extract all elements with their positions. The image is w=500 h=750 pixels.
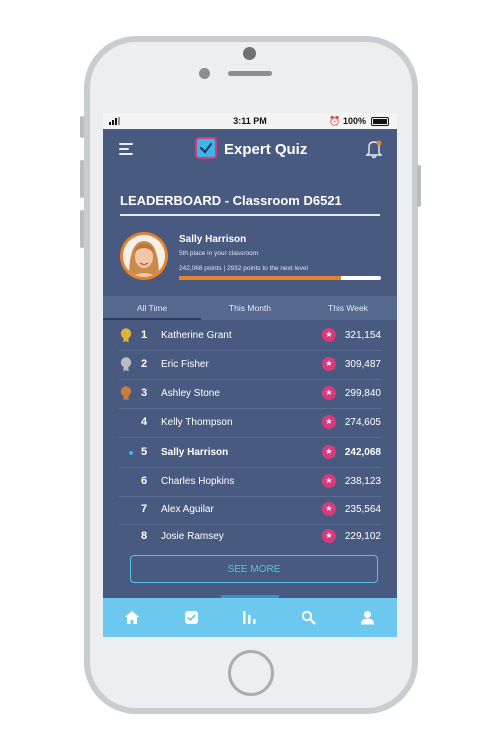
user-points: 242,068 points | 2932 points to the next… xyxy=(179,265,308,272)
search-icon xyxy=(302,610,316,625)
user-place: 5th place in your classroom xyxy=(179,250,259,257)
row-name: Katherine Grant xyxy=(161,330,232,341)
row-rank: 1 xyxy=(141,329,148,341)
row-score: 299,840 xyxy=(344,388,381,399)
front-camera xyxy=(243,47,256,60)
row-rank: 8 xyxy=(141,530,148,542)
leaderboard-row[interactable]: 1 Katherine Grant ★ 321,154 xyxy=(103,321,397,350)
app-screen: 3:11 PM ⏰ 100% Expert Quiz LEADERBOARD -… xyxy=(103,113,397,637)
bronze-medal-icon xyxy=(120,386,132,401)
home-button[interactable] xyxy=(228,650,274,696)
nav-stats[interactable] xyxy=(221,598,280,637)
row-score: 242,068 xyxy=(344,447,381,458)
profile-icon xyxy=(361,611,375,625)
level-progress-bar xyxy=(179,276,381,280)
bottom-nav xyxy=(103,598,397,637)
home-icon xyxy=(125,611,140,624)
row-score: 321,154 xyxy=(344,330,381,341)
row-score: 309,487 xyxy=(344,359,381,370)
row-name: Josie Ramsey xyxy=(161,531,224,542)
row-rank: 7 xyxy=(141,503,148,515)
earpiece-speaker xyxy=(228,71,272,76)
level-progress-fill xyxy=(179,276,341,280)
stats-icon xyxy=(242,611,256,624)
tab-this-week[interactable]: This Week xyxy=(299,296,397,320)
nav-profile[interactable] xyxy=(338,598,397,637)
hamburger-menu-icon[interactable] xyxy=(119,143,133,155)
star-icon: ★ xyxy=(322,415,336,429)
leaderboard-row[interactable]: 4 Kelly Thompson ★ 274,605 xyxy=(103,408,397,437)
leaderboard-title: LEADERBOARD - Classroom D6521 xyxy=(120,193,342,208)
star-icon: ★ xyxy=(322,529,336,543)
row-rank: 3 xyxy=(141,387,148,399)
row-name: Eric Fisher xyxy=(161,359,209,370)
see-more-button[interactable]: SEE MORE xyxy=(130,555,378,583)
leaderboard-row[interactable]: 8 Josie Ramsey ★ 229,102 xyxy=(103,522,397,551)
leaderboard-row[interactable]: 6 Charles Hopkins ★ 238,123 xyxy=(103,467,397,496)
checklist-icon xyxy=(184,611,198,624)
row-rank: 4 xyxy=(141,416,148,428)
row-score: 274,605 xyxy=(344,417,381,428)
row-name: Kelly Thompson xyxy=(161,417,233,428)
row-rank: 5 xyxy=(141,446,148,458)
nav-quizzes[interactable] xyxy=(162,598,221,637)
star-icon: ★ xyxy=(322,386,336,400)
volume-up-button xyxy=(80,160,84,198)
row-score: 235,564 xyxy=(344,504,381,515)
battery-percent: 100% xyxy=(343,116,367,126)
row-rank: 6 xyxy=(141,475,148,487)
row-name: Sally Harrison xyxy=(161,447,229,458)
avatar xyxy=(123,235,165,277)
silver-medal-icon xyxy=(120,357,132,372)
star-icon: ★ xyxy=(322,328,336,342)
time-range-tabs: All Time This Month This Week xyxy=(103,296,397,320)
leaderboard-row[interactable]: 7 Alex Aguilar ★ 235,564 xyxy=(103,495,397,524)
notification-bell-icon[interactable] xyxy=(365,139,383,159)
row-score: 229,102 xyxy=(344,531,381,542)
mute-switch xyxy=(80,116,84,138)
battery-icon xyxy=(371,117,389,126)
row-rank: 2 xyxy=(141,358,148,370)
star-icon: ★ xyxy=(322,502,336,516)
volume-down-button xyxy=(80,210,84,248)
row-name: Charles Hopkins xyxy=(161,476,235,487)
app-header: Expert Quiz xyxy=(103,129,397,173)
row-score: 238,123 xyxy=(344,476,381,487)
alarm-icon: ⏰ xyxy=(329,116,341,126)
star-icon: ★ xyxy=(322,445,336,459)
proximity-sensor xyxy=(199,68,210,79)
checkbox-logo-icon xyxy=(195,137,217,159)
current-user-indicator xyxy=(129,451,133,455)
star-icon: ★ xyxy=(322,357,336,371)
leaderboard-row[interactable]: 3 Ashley Stone ★ 299,840 xyxy=(103,379,397,408)
title-divider xyxy=(120,214,380,216)
row-name: Alex Aguilar xyxy=(161,504,214,515)
nav-search[interactable] xyxy=(279,598,338,637)
power-button xyxy=(417,165,421,207)
leaderboard-row[interactable]: 2 Eric Fisher ★ 309,487 xyxy=(103,350,397,379)
active-tab-indicator xyxy=(103,318,201,320)
gold-medal-icon xyxy=(120,328,132,343)
star-icon: ★ xyxy=(322,474,336,488)
app-title: Expert Quiz xyxy=(224,141,308,158)
tab-all-time[interactable]: All Time xyxy=(103,296,201,320)
leaderboard-row[interactable]: 5 Sally Harrison ★ 242,068 xyxy=(103,438,397,467)
row-name: Ashley Stone xyxy=(161,388,220,399)
tab-this-month[interactable]: This Month xyxy=(201,296,299,320)
user-name: Sally Harrison xyxy=(179,234,247,245)
nav-home[interactable] xyxy=(103,598,162,637)
status-bar: 3:11 PM ⏰ 100% xyxy=(103,113,397,129)
